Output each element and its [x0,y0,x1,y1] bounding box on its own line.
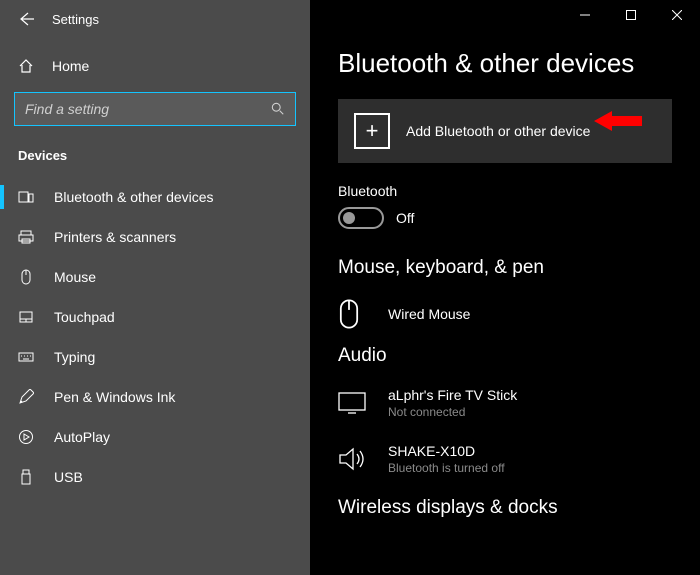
device-name: aLphr's Fire TV Stick [388,387,517,403]
arrow-annotation-icon [594,109,642,133]
plus-icon: + [354,113,390,149]
category-wireless-heading: Wireless displays & docks [338,497,672,519]
bluetooth-heading: Bluetooth [338,183,672,199]
devices-icon [18,189,36,205]
minimize-button[interactable] [562,0,608,30]
device-status: Not connected [388,405,517,419]
titlebar: Settings [0,0,310,38]
speaker-icon [338,447,372,471]
nav-item-pen[interactable]: Pen & Windows Ink [0,377,310,417]
mouse-icon [338,299,372,329]
usb-icon [18,469,36,485]
nav-item-printers[interactable]: Printers & scanners [0,217,310,257]
nav-label: Touchpad [54,309,115,325]
window-controls [562,0,700,30]
nav-label: Mouse [54,269,96,285]
printer-icon [18,229,36,245]
device-name: SHAKE-X10D [388,443,505,459]
home-label: Home [52,58,89,74]
nav-label: Pen & Windows Ink [54,389,175,405]
bluetooth-toggle-row: Off [338,207,672,229]
display-icon [338,392,372,414]
nav-label: Bluetooth & other devices [54,189,214,205]
back-icon[interactable] [18,11,34,27]
main-panel: Bluetooth & other devices + Add Bluetoot… [310,0,700,575]
device-item-firestick[interactable]: aLphr's Fire TV Stick Not connected [338,379,672,435]
nav-item-mouse[interactable]: Mouse [0,257,310,297]
add-device-label: Add Bluetooth or other device [406,123,590,139]
nav-item-touchpad[interactable]: Touchpad [0,297,310,337]
device-item-mouse[interactable]: Wired Mouse [338,291,672,345]
nav-item-bluetooth[interactable]: Bluetooth & other devices [0,177,310,217]
nav-item-typing[interactable]: Typing [0,337,310,377]
maximize-button[interactable] [608,0,654,30]
close-button[interactable] [654,0,700,30]
home-icon [18,58,34,74]
bluetooth-toggle[interactable] [338,207,384,229]
category-audio-heading: Audio [338,345,672,367]
device-item-shake[interactable]: SHAKE-X10D Bluetooth is turned off [338,435,672,491]
section-label: Devices [0,144,310,177]
home-link[interactable]: Home [0,48,310,84]
bluetooth-state: Off [396,210,414,226]
add-device-button[interactable]: + Add Bluetooth or other device [338,99,672,163]
nav-label: AutoPlay [54,429,110,445]
search-box[interactable] [14,92,296,126]
keyboard-icon [18,349,36,365]
nav-label: Printers & scanners [54,229,176,245]
nav-item-autoplay[interactable]: AutoPlay [0,417,310,457]
page-title: Bluetooth & other devices [338,48,672,79]
autoplay-icon [18,429,36,445]
mouse-icon [18,269,36,285]
device-status: Bluetooth is turned off [388,461,505,475]
touchpad-icon [18,309,36,325]
app-title: Settings [52,12,99,27]
pen-icon [18,389,36,405]
device-name: Wired Mouse [388,306,470,322]
category-mouse-heading: Mouse, keyboard, & pen [338,257,672,279]
search-input[interactable] [25,101,271,117]
nav-item-usb[interactable]: USB [0,457,310,497]
search-icon [271,102,285,116]
nav-list: Bluetooth & other devices Printers & sca… [0,177,310,497]
nav-label: USB [54,469,83,485]
sidebar: Settings Home Devices Bluetooth & other … [0,0,310,575]
nav-label: Typing [54,349,95,365]
